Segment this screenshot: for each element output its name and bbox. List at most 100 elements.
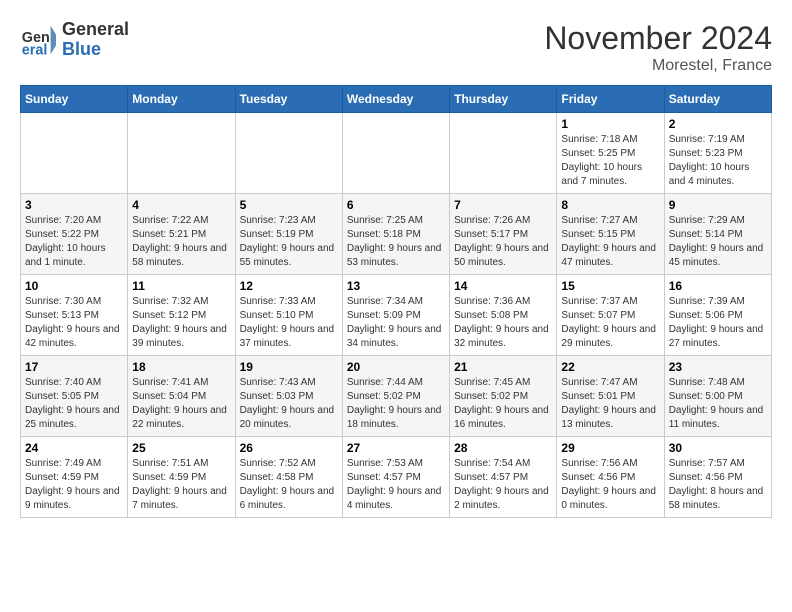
- day-info: Sunrise: 7:49 AM Sunset: 4:59 PM Dayligh…: [25, 457, 123, 513]
- calendar-day-cell: 19Sunrise: 7:43 AM Sunset: 5:03 PM Dayli…: [235, 356, 342, 437]
- calendar-day-cell: 10 Sunrise: 7:30 AM Sunset: 5:13 PM Dayli…: [21, 275, 128, 356]
- title-block: November 2024 Morestel, France: [544, 20, 772, 75]
- calendar-day-cell: 8Sunrise: 7:27 AM Sunset: 5:15 PM Daylig…: [557, 194, 664, 275]
- day-number: 15: [561, 279, 659, 293]
- day-number: 23: [669, 360, 767, 374]
- calendar-day-cell: 3 Sunrise: 7:20 AM Sunset: 5:22 PM Daylig…: [21, 194, 128, 275]
- calendar-day-cell: 22 Sunrise: 7:47 AM Sunset: 5:01 PM Dayli…: [557, 356, 664, 437]
- empty-day-cell: [21, 113, 128, 194]
- location: Morestel, France: [544, 57, 772, 75]
- day-info: Sunrise: 7:36 AM Sunset: 5:08 PM Dayligh…: [454, 295, 552, 351]
- day-number: 2: [669, 117, 767, 131]
- calendar-day-cell: 13 Sunrise: 7:34 AM Sunset: 5:09 PM Dayli…: [342, 275, 449, 356]
- day-number: 24: [25, 441, 123, 455]
- calendar-day-cell: 21 Sunrise: 7:45 AM Sunset: 5:02 PM Dayli…: [450, 356, 557, 437]
- calendar-day-cell: 2 Sunrise: 7:19 AM Sunset: 5:23 PM Daylig…: [664, 113, 771, 194]
- day-info: Sunrise: 7:30 AM Sunset: 5:13 PM Dayligh…: [25, 295, 123, 351]
- logo-icon: Gen eral: [20, 22, 56, 58]
- calendar-day-cell: 16 Sunrise: 7:39 AM Sunset: 5:06 PM Dayli…: [664, 275, 771, 356]
- calendar-day-cell: 18Sunrise: 7:41 AM Sunset: 5:04 PM Dayli…: [128, 356, 235, 437]
- day-info: Sunrise: 7:29 AM Sunset: 5:14 PM Dayligh…: [669, 214, 767, 270]
- empty-day-cell: [128, 113, 235, 194]
- day-number: 28: [454, 441, 552, 455]
- day-number: 4: [132, 198, 230, 212]
- empty-day-cell: [342, 113, 449, 194]
- day-number: 20: [347, 360, 445, 374]
- calendar-day-cell: 27Sunrise: 7:53 AM Sunset: 4:57 PM Dayli…: [342, 437, 449, 518]
- day-info: Sunrise: 7:34 AM Sunset: 5:09 PM Dayligh…: [347, 295, 445, 351]
- empty-day-cell: [235, 113, 342, 194]
- calendar-day-cell: 30 Sunrise: 7:57 AM Sunset: 4:56 PM Dayli…: [664, 437, 771, 518]
- weekday-header: Saturday: [664, 86, 771, 113]
- day-number: 22: [561, 360, 659, 374]
- day-number: 25: [132, 441, 230, 455]
- svg-text:eral: eral: [22, 42, 48, 58]
- day-number: 27: [347, 441, 445, 455]
- weekday-header: Monday: [128, 86, 235, 113]
- day-info: Sunrise: 7:45 AM Sunset: 5:02 PM Dayligh…: [454, 376, 552, 432]
- day-info: Sunrise: 7:22 AM Sunset: 5:21 PM Dayligh…: [132, 214, 230, 270]
- day-number: 30: [669, 441, 767, 455]
- day-number: 19: [240, 360, 338, 374]
- empty-day-cell: [450, 113, 557, 194]
- calendar-day-cell: 1 Sunrise: 7:18 AM Sunset: 5:25 PM Daylig…: [557, 113, 664, 194]
- day-info: Sunrise: 7:23 AM Sunset: 5:19 PM Dayligh…: [240, 214, 338, 270]
- calendar-day-cell: 29 Sunrise: 7:56 AM Sunset: 4:56 PM Dayli…: [557, 437, 664, 518]
- calendar-header: SundayMondayTuesdayWednesdayThursdayFrid…: [21, 86, 772, 113]
- day-info: Sunrise: 7:26 AM Sunset: 5:17 PM Dayligh…: [454, 214, 552, 270]
- logo-line2: Blue: [62, 40, 129, 60]
- day-number: 17: [25, 360, 123, 374]
- calendar-day-cell: 14 Sunrise: 7:36 AM Sunset: 5:08 PM Dayli…: [450, 275, 557, 356]
- day-number: 21: [454, 360, 552, 374]
- day-number: 13: [347, 279, 445, 293]
- calendar-day-cell: 28Sunrise: 7:54 AM Sunset: 4:57 PM Dayli…: [450, 437, 557, 518]
- day-number: 7: [454, 198, 552, 212]
- day-info: Sunrise: 7:47 AM Sunset: 5:01 PM Dayligh…: [561, 376, 659, 432]
- calendar-day-cell: 26Sunrise: 7:52 AM Sunset: 4:58 PM Dayli…: [235, 437, 342, 518]
- day-info: Sunrise: 7:40 AM Sunset: 5:05 PM Dayligh…: [25, 376, 123, 432]
- weekday-header: Tuesday: [235, 86, 342, 113]
- day-info: Sunrise: 7:56 AM Sunset: 4:56 PM Dayligh…: [561, 457, 659, 513]
- day-number: 10: [25, 279, 123, 293]
- day-number: 6: [347, 198, 445, 212]
- day-info: Sunrise: 7:39 AM Sunset: 5:06 PM Dayligh…: [669, 295, 767, 351]
- calendar-day-cell: 7 Sunrise: 7:26 AM Sunset: 5:17 PM Daylig…: [450, 194, 557, 275]
- logo-text: General Blue: [62, 20, 129, 60]
- calendar-day-cell: 17 Sunrise: 7:40 AM Sunset: 5:05 PM Dayli…: [21, 356, 128, 437]
- day-info: Sunrise: 7:51 AM Sunset: 4:59 PM Dayligh…: [132, 457, 230, 513]
- weekday-header: Friday: [557, 86, 664, 113]
- day-info: Sunrise: 7:41 AM Sunset: 5:04 PM Dayligh…: [132, 376, 230, 432]
- day-info: Sunrise: 7:57 AM Sunset: 4:56 PM Dayligh…: [669, 457, 767, 513]
- day-number: 16: [669, 279, 767, 293]
- day-info: Sunrise: 7:27 AM Sunset: 5:15 PM Dayligh…: [561, 214, 659, 270]
- calendar-table: SundayMondayTuesdayWednesdayThursdayFrid…: [20, 85, 772, 518]
- day-number: 3: [25, 198, 123, 212]
- weekday-header: Wednesday: [342, 86, 449, 113]
- day-info: Sunrise: 7:18 AM Sunset: 5:25 PM Dayligh…: [561, 133, 659, 189]
- weekday-header: Thursday: [450, 86, 557, 113]
- day-number: 26: [240, 441, 338, 455]
- calendar-day-cell: 15Sunrise: 7:37 AM Sunset: 5:07 PM Dayli…: [557, 275, 664, 356]
- page-header: Gen eral General Blue November 2024 More…: [20, 20, 772, 75]
- calendar-day-cell: 6 Sunrise: 7:25 AM Sunset: 5:18 PM Daylig…: [342, 194, 449, 275]
- day-number: 12: [240, 279, 338, 293]
- logo-line1: General: [62, 20, 129, 40]
- calendar-day-cell: 24 Sunrise: 7:49 AM Sunset: 4:59 PM Dayli…: [21, 437, 128, 518]
- calendar-day-cell: 25 Sunrise: 7:51 AM Sunset: 4:59 PM Dayli…: [128, 437, 235, 518]
- day-info: Sunrise: 7:19 AM Sunset: 5:23 PM Dayligh…: [669, 133, 767, 189]
- day-number: 5: [240, 198, 338, 212]
- month-title: November 2024: [544, 20, 772, 57]
- calendar-day-cell: 4 Sunrise: 7:22 AM Sunset: 5:21 PM Daylig…: [128, 194, 235, 275]
- calendar-day-cell: 9Sunrise: 7:29 AM Sunset: 5:14 PM Daylig…: [664, 194, 771, 275]
- day-number: 11: [132, 279, 230, 293]
- calendar-day-cell: 12 Sunrise: 7:33 AM Sunset: 5:10 PM Dayli…: [235, 275, 342, 356]
- day-number: 29: [561, 441, 659, 455]
- day-info: Sunrise: 7:33 AM Sunset: 5:10 PM Dayligh…: [240, 295, 338, 351]
- day-number: 1: [561, 117, 659, 131]
- day-number: 14: [454, 279, 552, 293]
- day-info: Sunrise: 7:25 AM Sunset: 5:18 PM Dayligh…: [347, 214, 445, 270]
- day-info: Sunrise: 7:32 AM Sunset: 5:12 PM Dayligh…: [132, 295, 230, 351]
- logo: Gen eral General Blue: [20, 20, 129, 60]
- calendar-day-cell: 11 Sunrise: 7:32 AM Sunset: 5:12 PM Dayli…: [128, 275, 235, 356]
- day-info: Sunrise: 7:20 AM Sunset: 5:22 PM Dayligh…: [25, 214, 123, 270]
